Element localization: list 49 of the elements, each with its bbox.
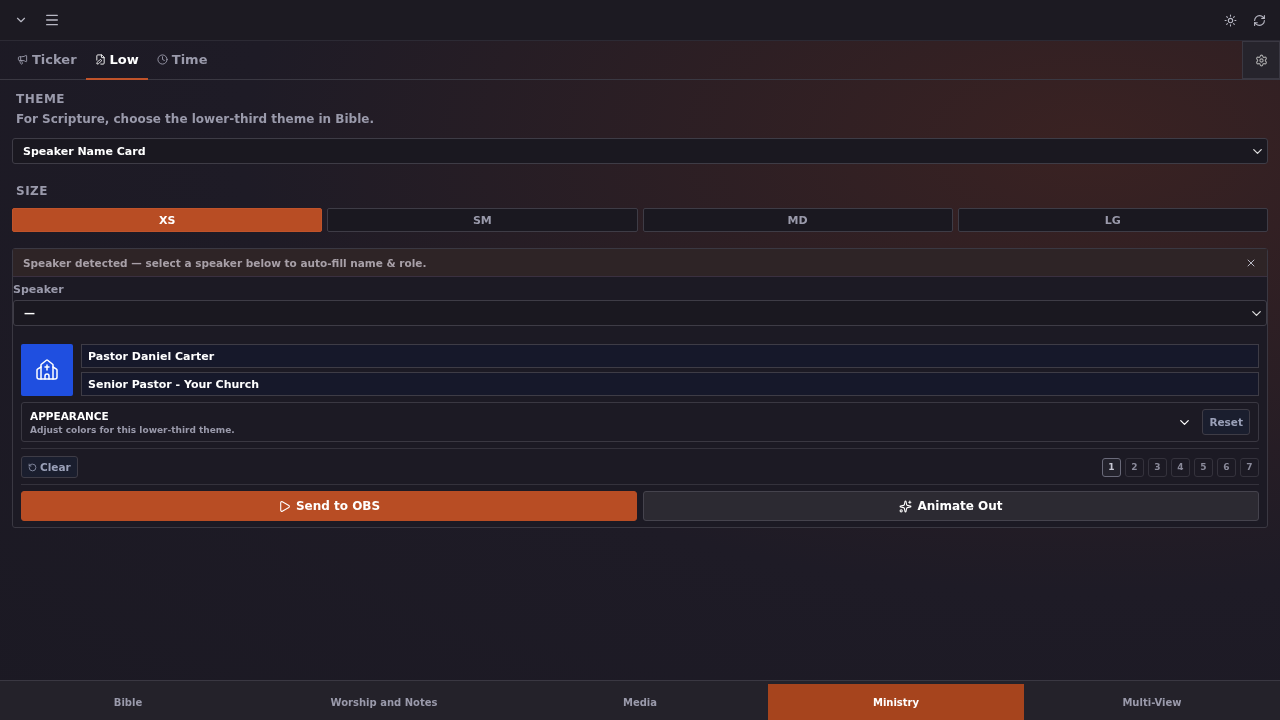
sparkles-icon [899,499,913,513]
file-edit-icon [94,54,106,65]
megaphone-icon [17,54,28,65]
appearance-subtitle: Adjust colors for this lower-third theme. [30,424,236,435]
role-field[interactable]: Senior Pastor - Your Church [81,372,1259,396]
nav-tab[interactable]: Worship and Notes [256,684,512,720]
refresh-button[interactable] [1253,13,1266,27]
menu-button[interactable] [44,12,60,28]
hint-text: For Scripture, choose the lower-third theme in Bible. [15,111,375,128]
size-button[interactable]: MD [642,208,953,232]
nav-tab[interactable]: Bible [0,684,256,720]
animate-out-button[interactable]: Animate Out [643,491,1259,521]
page-button[interactable]: 1 [1102,457,1121,477]
nav-tab[interactable]: Ministry [768,684,1024,720]
page-button[interactable]: 6 [1217,457,1236,477]
settings-button[interactable] [1242,41,1280,79]
section-heading: THEME [15,92,67,106]
page-button[interactable]: 3 [1148,457,1167,477]
tab[interactable]: Ticker [8,41,86,80]
theme-toggle-button[interactable] [1224,13,1237,27]
church-icon [21,344,73,396]
clock-icon [156,54,168,65]
page-button[interactable]: 7 [1240,457,1259,477]
theme-select[interactable]: Speaker Name Card [12,138,1268,164]
reset-icon [28,462,37,472]
nav-tab[interactable]: Media [512,684,768,720]
reset-button[interactable]: Reset [1202,409,1250,435]
size-button[interactable]: SM [327,208,638,232]
sun-icon [1224,13,1237,27]
appearance-title: APPEARANCE [30,409,110,422]
notice-text: Speaker detected — select a speaker below to auto-fill name & role. [23,256,427,269]
speaker-select[interactable]: — [13,300,1267,326]
menu-icon [44,12,60,28]
settings-icon [1254,53,1268,67]
play-icon [277,499,291,513]
refresh-icon [1253,13,1266,27]
tab[interactable]: Time [147,41,217,80]
section-heading: SIZE [15,184,49,198]
page-button[interactable]: 2 [1125,457,1144,477]
name-field[interactable]: Pastor Daniel Carter [81,344,1259,368]
nav-tab[interactable]: Multi-View [1024,684,1280,720]
page-button[interactable]: 4 [1171,457,1190,477]
page-button[interactable]: 5 [1194,457,1213,477]
tab[interactable]: Low [85,41,148,80]
clear-button[interactable]: Clear [21,456,78,478]
size-button[interactable]: XS [12,208,323,232]
size-button[interactable]: LG [957,208,1268,232]
field-label: Speaker [13,283,65,296]
send-button[interactable]: Send to OBS [21,491,637,521]
